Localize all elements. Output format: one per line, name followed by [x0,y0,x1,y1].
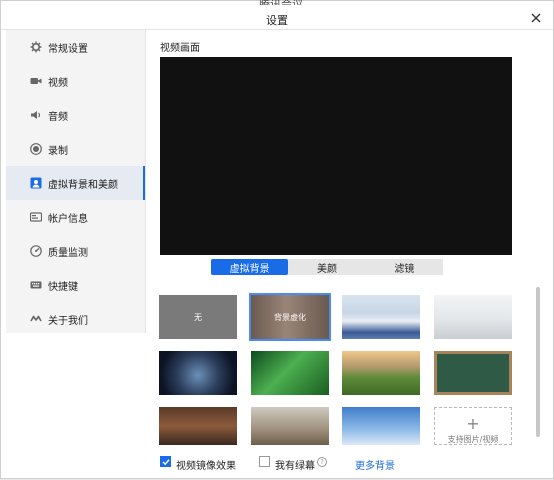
background-tile-library[interactable] [251,407,329,445]
tab-virtual-background[interactable]: 虚拟背景 [211,259,289,275]
plus-icon: + [466,414,480,433]
section-label: 视频画面 [160,43,200,54]
background-tile-blur[interactable]: 背景虚化 [249,293,331,341]
tab-beauty[interactable]: 美颜 [288,259,365,275]
mirror-label: 视频镜像效果 [176,461,236,472]
help-icon[interactable]: ? [317,457,327,467]
video-camera-icon [30,75,42,87]
sidebar-item-label: 关于我们 [48,315,88,327]
background-label: 背景虚化 [274,312,306,322]
mirror-checkbox[interactable] [160,456,171,467]
title-bar: 设置 [1,5,553,30]
background-label [434,295,512,339]
gear-icon [30,41,42,53]
gauge-icon [30,245,42,257]
sidebar-item-record[interactable]: 录制 [6,132,145,166]
sidebar-item-shortcuts[interactable]: 快捷键 [6,268,145,302]
record-icon [30,143,42,155]
id-card-icon [30,211,42,223]
background-tile-green-leaf[interactable] [251,351,329,395]
sidebar-item-label: 录制 [48,145,68,157]
greenscreen-label: 我有绿幕 [275,461,315,472]
video-preview [160,57,512,255]
background-label [159,407,237,445]
settings-sidebar: 常规设置 视频 音频 录制 虚拟背景和美颜 帐户信息 质量监测 快捷键 关于我们 [6,30,146,333]
scrollbar-thumb[interactable] [536,287,540,437]
about-logo-icon [30,313,42,325]
sidebar-item-virtual-background[interactable]: 虚拟背景和美颜 [6,166,145,200]
background-tile-white-room[interactable] [434,295,512,339]
keyboard-icon [30,279,42,291]
background-label [342,295,420,339]
close-icon [531,13,541,23]
close-button[interactable] [528,10,544,26]
sidebar-item-label: 视频 [48,77,68,89]
add-background-label: 支持图片/视频 [447,435,499,444]
background-label [342,351,420,395]
background-tile-star-trails[interactable] [159,351,237,395]
background-label [251,351,329,395]
background-label [251,407,329,445]
background-tile-bookshelf[interactable] [159,407,237,445]
background-tile-none[interactable]: 无 [159,295,237,339]
speaker-icon [30,109,42,121]
sidebar-item-label: 质量监测 [48,247,88,259]
add-background-tile[interactable]: + 支持图片/视频 [434,407,512,445]
background-label [342,407,420,445]
settings-window: 腾讯会议 设置 常规设置 视频 音频 [0,0,554,479]
sidebar-item-general[interactable]: 常规设置 [6,30,145,64]
background-tile-chalkboard[interactable] [434,351,512,395]
sidebar-item-label: 常规设置 [48,43,88,55]
background-label [437,354,509,392]
tab-filter[interactable]: 滤镜 [366,259,443,275]
sidebar-item-label: 虚拟背景和美颜 [48,179,118,191]
background-scrollbar[interactable] [536,287,540,437]
greenscreen-checkbox[interactable] [259,456,270,467]
sidebar-item-label: 快捷键 [48,281,78,293]
background-label [159,351,237,395]
checkmark-icon [161,458,170,465]
sidebar-item-label: 音频 [48,111,68,123]
sidebar-item-account[interactable]: 帐户信息 [6,200,145,234]
background-label: 无 [194,312,202,322]
sidebar-item-audio[interactable]: 音频 [6,98,145,132]
sidebar-item-about[interactable]: 关于我们 [6,302,145,336]
settings-content: 视频画面 虚拟背景 美颜 滤镜 无 背景虚化 + 支持图片/视频 视频镜像效果 … [151,30,551,480]
sidebar-item-label: 帐户信息 [48,213,88,225]
sidebar-item-video[interactable]: 视频 [6,64,145,98]
portrait-icon [30,177,42,189]
beauty-tabs: 虚拟背景 美颜 滤镜 [211,259,443,275]
background-tile-hills[interactable] [342,351,420,395]
background-tile-office-room[interactable] [342,295,420,339]
more-backgrounds-link[interactable]: 更多背景 [355,457,395,472]
sidebar-item-quality[interactable]: 质量监测 [6,234,145,268]
background-options-footer: 视频镜像效果 我有绿幕 ? 更多背景 [151,452,551,472]
background-tile-sky[interactable] [342,407,420,445]
window-title: 设置 [266,14,288,27]
